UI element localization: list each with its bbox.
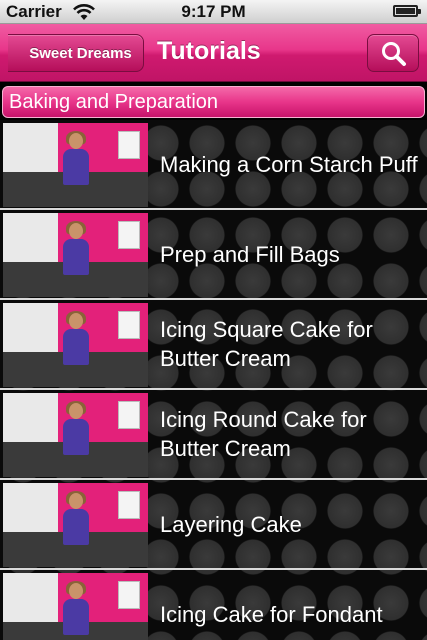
list-item-title: Layering Cake	[160, 511, 302, 537]
status-bar: Carrier 9:17 PM	[0, 0, 427, 24]
video-thumbnail	[3, 573, 148, 640]
video-thumbnail	[3, 123, 148, 207]
page-title: Tutorials	[157, 37, 261, 65]
back-button-label: Sweet Dreams	[29, 44, 132, 62]
section-header: Baking and Preparation	[2, 86, 425, 118]
list-item[interactable]: Icing Cake for Fondant	[0, 570, 427, 640]
video-thumbnail	[3, 483, 148, 567]
status-time: 9:17 PM	[181, 2, 246, 21]
battery-icon	[393, 5, 421, 17]
search-button[interactable]	[367, 34, 419, 72]
list-item[interactable]: Layering Cake	[0, 480, 427, 570]
list-item[interactable]: Prep and Fill Bags	[0, 210, 427, 300]
tutorial-list[interactable]: Making a Corn Starch Puff Prep and Fill …	[0, 120, 427, 640]
list-item[interactable]: Icing Round Cake for Butter Cream	[0, 390, 427, 480]
back-button[interactable]: Sweet Dreams	[0, 33, 144, 73]
search-icon	[382, 42, 406, 66]
list-item-title: Icing Cake for Fondant	[160, 601, 383, 627]
list-item-title: Prep and Fill Bags	[160, 241, 340, 267]
video-thumbnail	[3, 213, 148, 297]
list-item[interactable]: Making a Corn Starch Puff	[0, 120, 427, 210]
video-thumbnail	[3, 393, 148, 477]
list-item-title: Icing Round Cake for Butter Cream	[160, 407, 367, 461]
video-thumbnail	[3, 303, 148, 387]
list-item[interactable]: Icing Square Cake for Butter Cream	[0, 300, 427, 390]
list-item-title: Icing Square Cake for Butter Cream	[160, 317, 373, 371]
list-item-title: Making a Corn Starch Puff	[160, 151, 418, 177]
navigation-bar: Sweet Dreams Tutorials	[0, 24, 427, 82]
